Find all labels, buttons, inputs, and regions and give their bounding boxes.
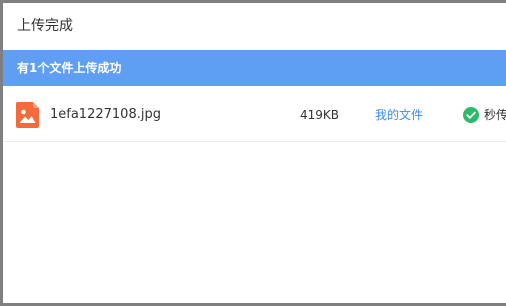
my-files-link[interactable]: 我的文件 [375,106,423,124]
dialog-title: 上传完成 [17,18,73,34]
banner-message: 有1个文件上传成功 [17,61,122,75]
status-label: 秒传 [484,108,506,122]
check-circle-icon [463,107,479,123]
file-name: 1efa1227108.jpg [50,107,161,122]
file-size: 419KB [300,108,340,122]
title-bar: 上传完成 [3,3,506,49]
image-file-icon [16,102,39,128]
upload-complete-dialog: 上传完成 有1个文件上传成功 1efa1227108.jpg 419KB 我的文… [0,0,506,306]
success-banner: 有1个文件上传成功 [3,50,506,86]
file-row: 1efa1227108.jpg 419KB 我的文件 秒传 [3,87,506,142]
